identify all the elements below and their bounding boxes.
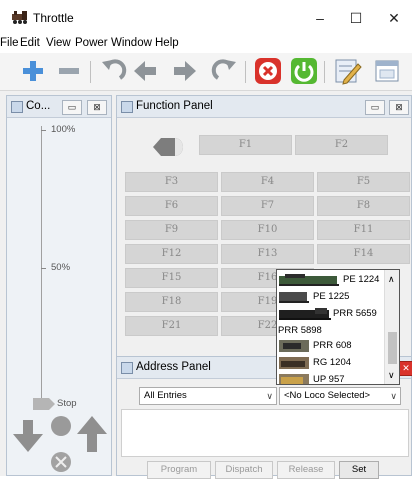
function-button-f18[interactable]: F18 (125, 292, 218, 312)
function-button-f1[interactable]: F1 (199, 135, 292, 155)
add-icon[interactable] (18, 56, 48, 86)
stop-direction-icon (51, 416, 71, 472)
loco-image (279, 357, 309, 369)
function-button-f12[interactable]: F12 (125, 244, 218, 264)
scrollbar-thumb[interactable] (388, 332, 397, 364)
speed-label-max: 100% (51, 124, 76, 135)
address-panel-title: Address Panel (136, 361, 211, 373)
loco-select-value: <No Loco Selected> (284, 390, 371, 401)
set-button[interactable]: Set (339, 461, 379, 479)
list-item[interactable]: UP 957 (277, 372, 384, 384)
function-button-f9[interactable]: F9 (125, 220, 218, 240)
redo-icon[interactable] (210, 56, 240, 86)
edit-icon[interactable] (332, 56, 362, 86)
toolbar-separator (245, 61, 246, 83)
function-button-f10[interactable]: F10 (221, 220, 314, 240)
menu-bar: File Edit View Power Window Help (0, 37, 412, 53)
chevron-up-icon[interactable]: ∧ (388, 274, 395, 285)
control-panel-title-bar[interactable]: Co... ▭ ⊠ (7, 96, 111, 118)
function-button-f8[interactable]: F8 (317, 196, 410, 216)
toolbar-separator (324, 61, 325, 83)
function-button-f6[interactable]: F6 (125, 196, 218, 216)
roster-filter-select[interactable]: All Entries ∨ (139, 387, 277, 405)
loco-image (279, 292, 309, 303)
minimize-frame-button[interactable]: ▭ (365, 100, 385, 115)
window-title: Throttle (33, 11, 74, 25)
power-icon[interactable] (289, 56, 319, 86)
chevron-down-icon[interactable]: ∨ (388, 370, 395, 381)
function-button-f7[interactable]: F7 (221, 196, 314, 216)
list-item[interactable]: PE 1224 (277, 272, 384, 288)
menu-help[interactable]: Help (155, 37, 179, 49)
restore-frame-button[interactable]: ⊠ (389, 100, 409, 115)
function-button-f13[interactable]: F13 (221, 244, 314, 264)
frame-icon (121, 101, 133, 113)
list-item[interactable]: PRR 5659 (277, 306, 384, 322)
speed-label-mid: 50% (51, 262, 71, 273)
speed-slider-thumb[interactable] (33, 398, 55, 410)
function-button-f5[interactable]: F5 (317, 172, 410, 192)
toolbar-separator (90, 61, 91, 83)
chevron-down-icon: ∨ (390, 391, 397, 401)
maximize-button[interactable]: ☐ (338, 8, 374, 28)
undo-icon[interactable] (98, 56, 128, 86)
tick-mark (41, 130, 46, 131)
loco-image (279, 340, 309, 352)
roster-scrollbar[interactable]: ∧ ∨ (384, 270, 399, 384)
function-panel-title: Function Panel (136, 100, 213, 112)
minimize-button[interactable]: – (302, 8, 338, 28)
loco-image (279, 308, 331, 320)
function-button-f11[interactable]: F11 (317, 220, 410, 240)
release-button[interactable]: Release (277, 461, 335, 479)
function-button-f2[interactable]: F2 (295, 135, 388, 155)
control-panel: Co... ▭ ⊠ 100% 50% Stop (6, 95, 112, 476)
direction-controls (13, 416, 107, 472)
frame-icon (11, 101, 23, 113)
function-panel-title-bar[interactable]: Function Panel ▭ ⊠ (117, 96, 411, 118)
arrow-right-icon[interactable] (170, 56, 200, 86)
toolbar (0, 53, 412, 91)
function-button-f4[interactable]: F4 (221, 172, 314, 192)
function-button-f21[interactable]: F21 (125, 316, 218, 336)
arrow-left-icon[interactable] (130, 56, 160, 86)
roster-dropdown-list[interactable]: PE 1224 PE 1225 PRR 5659 PRR 5898 PRR 60… (276, 269, 400, 385)
minimize-frame-button[interactable]: ▭ (62, 100, 82, 115)
loco-image (279, 374, 309, 384)
locomotive-icon (12, 11, 27, 24)
function-button-f14[interactable]: F14 (317, 244, 410, 264)
menu-power[interactable]: Power (75, 37, 108, 49)
function-button-f15[interactable]: F15 (125, 268, 218, 288)
title-bar: Throttle – ☐ ✕ (0, 0, 412, 34)
address-display[interactable] (121, 409, 409, 457)
list-item[interactable]: PE 1225 (277, 289, 384, 305)
function-button-f3[interactable]: F3 (125, 172, 218, 192)
menu-window[interactable]: Window (111, 37, 152, 49)
list-item[interactable]: PRR 608 (277, 338, 384, 354)
loco-select[interactable]: <No Loco Selected> ∨ (279, 387, 401, 405)
loco-image (279, 274, 339, 286)
tick-mark (41, 268, 46, 269)
chevron-down-icon: ∨ (266, 391, 273, 401)
reverse-arrow-icon (13, 420, 43, 452)
frame-icon (121, 362, 133, 374)
speed-label-stop: Stop (57, 398, 77, 409)
stop-icon[interactable] (253, 56, 283, 86)
menu-file[interactable]: File (0, 37, 19, 49)
close-button[interactable]: ✕ (376, 8, 412, 28)
roster-filter-value: All Entries (144, 390, 187, 401)
menu-view[interactable]: View (46, 37, 71, 49)
list-item[interactable]: RG 1204 (277, 355, 384, 371)
menu-edit[interactable]: Edit (20, 37, 40, 49)
close-frame-button[interactable]: ✕ (399, 361, 412, 376)
dispatch-button[interactable]: Dispatch (215, 461, 273, 479)
list-item[interactable]: PRR 5898 (277, 323, 384, 339)
speed-slider-track[interactable] (41, 126, 42, 406)
program-button[interactable]: Program (147, 461, 211, 479)
close-frame-button[interactable]: ⊠ (87, 100, 107, 115)
headlight-icon (153, 138, 183, 156)
window-icon[interactable] (372, 56, 402, 86)
control-panel-title: Co... (26, 100, 51, 112)
remove-icon[interactable] (54, 56, 84, 86)
forward-arrow-icon (77, 416, 107, 452)
